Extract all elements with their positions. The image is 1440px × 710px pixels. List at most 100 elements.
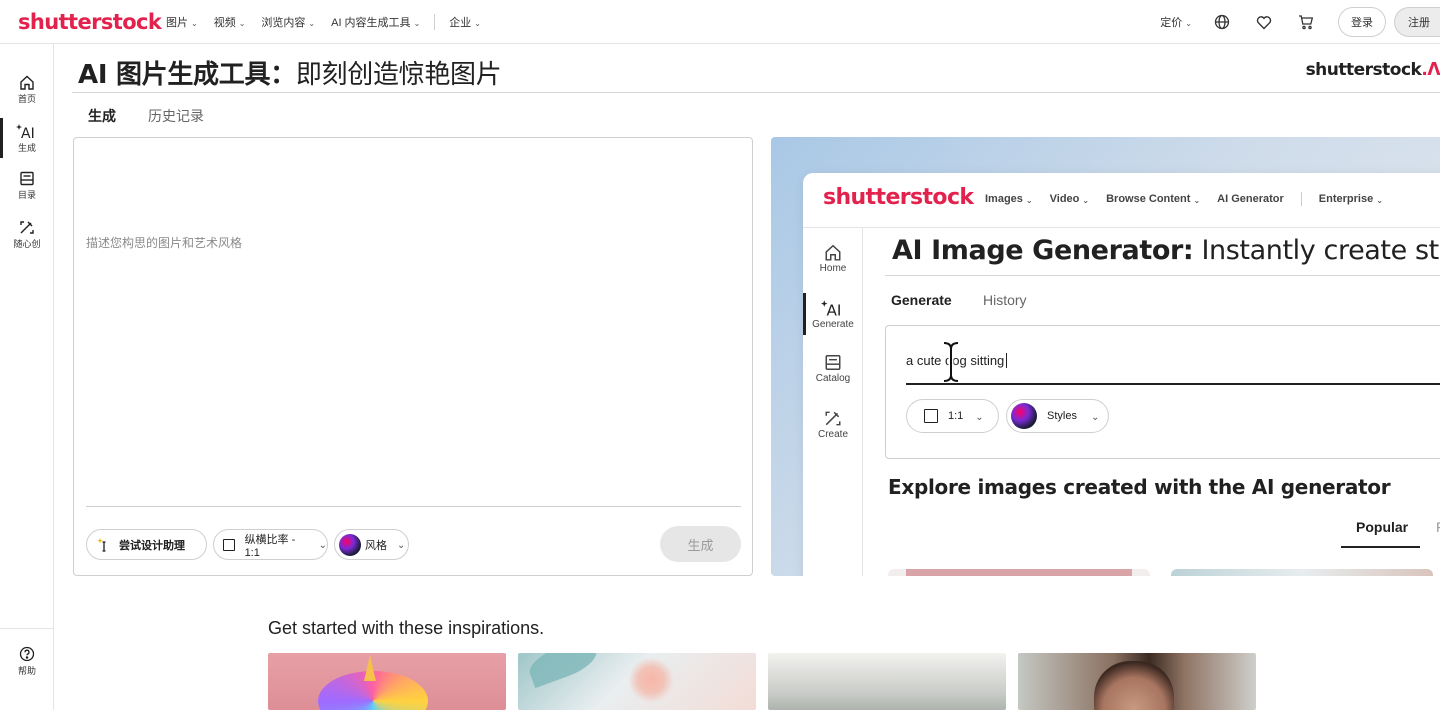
style-label: 风格 — [365, 539, 387, 552]
chevron-down-icon: ⌄ — [1376, 195, 1383, 205]
nav-ai-generator-label: AI 内容生成工具 — [331, 17, 411, 29]
preview-nav-divider — [1300, 192, 1302, 206]
portrait-face — [1094, 661, 1174, 710]
svg-text:AI: AI — [21, 126, 35, 139]
preview-explore-heading: Explore images created with the AI gener… — [888, 475, 1391, 499]
nav-ai-generator[interactable]: AI 内容生成工具 ⌄ — [323, 14, 428, 30]
preview-rail-create: Create — [803, 404, 863, 446]
rail-item-home[interactable]: 首页 — [0, 70, 54, 110]
inspiration-tile-paper-flowers[interactable] — [518, 653, 756, 710]
rail-item-label: 随心创 — [13, 239, 41, 249]
preview-thumbnail — [888, 569, 1150, 576]
preview-rail-label: Generate — [812, 318, 854, 330]
create-icon — [20, 221, 34, 234]
page-title: AI 图片生成工具：即刻创造惊艳图片 — [78, 54, 502, 91]
home-icon — [20, 75, 34, 90]
design-assistant-label: 尝试设计助理 — [119, 539, 185, 552]
nav-images[interactable]: 图片 ⌄ — [158, 14, 206, 30]
nav-images-label: 图片 — [166, 17, 188, 29]
rail-item-label: 生成 — [17, 142, 36, 153]
style-thumbnail — [339, 533, 361, 556]
main-menu: 图片 ⌄ 视频 ⌄ 浏览内容 ⌄ AI 内容生成工具 ⌄ 企业 ⌄ — [158, 0, 489, 44]
create-icon — [825, 411, 841, 426]
nav-enterprise-label: 企业 — [449, 17, 472, 29]
preview-logo: shutterstock — [823, 185, 974, 210]
aspect-ratio-select[interactable]: 纵横比率 - 1:1 ⌄ — [213, 529, 328, 560]
inspiration-tile-misty[interactable] — [768, 653, 1006, 710]
rail-item-help[interactable]: 帮助 — [0, 641, 54, 681]
chevron-down-icon: ⌄ — [191, 18, 198, 28]
generate-button[interactable]: 生成 — [660, 526, 741, 562]
preview-nav-label: AI Generator — [1217, 193, 1284, 205]
page-title-rest: 即刻创造惊艳图片 — [295, 60, 502, 90]
preview-tab-history: History — [983, 292, 1027, 308]
preview-nav-label: Video — [1049, 193, 1080, 205]
preview-nav-label: Enterprise — [1318, 193, 1374, 205]
preview-styles-label: Styles — [1047, 410, 1077, 422]
svg-text:AI: AI — [826, 301, 841, 316]
inspirations-heading: Get started with these inspirations. — [268, 618, 545, 638]
preview-window: shutterstock Images ⌄ Video ⌄ Browse Conte… — [803, 173, 1440, 576]
heart-icon[interactable] — [1254, 12, 1274, 32]
style-thumbnail — [1011, 403, 1037, 429]
login-button[interactable]: 登录 — [1338, 7, 1386, 37]
nav-video[interactable]: 视频 ⌄ — [206, 14, 254, 30]
preview-ratio-chip: 1:1 ⌄ — [906, 399, 999, 433]
preview-thumbnail-image — [906, 569, 1132, 576]
home-icon — [825, 244, 841, 261]
rail-item-label: 目录 — [17, 190, 36, 200]
ai-sparkle-icon: AI — [16, 123, 35, 139]
rail-item-catalog[interactable]: 目录 — [0, 166, 54, 206]
nav-browse[interactable]: 浏览内容 ⌄ — [253, 14, 323, 30]
rail-item-label: 帮助 — [17, 665, 36, 676]
preview-rail-catalog: Catalog — [803, 348, 863, 390]
globe-icon[interactable] — [1212, 12, 1232, 32]
preview-title-bold: AI Image Generator: — [892, 235, 1194, 266]
pricing-menu[interactable]: 定价 ⌄ — [1160, 14, 1192, 30]
tab-generate[interactable]: 生成 — [88, 106, 116, 126]
prompt-input[interactable] — [86, 234, 736, 504]
square-ratio-icon — [924, 409, 938, 423]
preview-tab-popular: Popular — [1356, 519, 1409, 535]
style-select[interactable]: 风格 ⌄ — [334, 529, 409, 560]
inspiration-tile-portrait[interactable] — [1018, 653, 1256, 710]
preview-title-rest: Instantly create stunning — [1201, 235, 1440, 266]
title-divider — [72, 92, 1440, 93]
catalog-icon — [825, 355, 841, 370]
preview-input-underline — [906, 383, 1440, 385]
rail-item-create[interactable]: 随心创 — [0, 215, 54, 255]
design-assistant-button[interactable]: 尝试设计助理 — [86, 529, 207, 560]
chevron-down-icon: ⌄ — [318, 540, 327, 551]
ai-sparkle-icon: AI — [821, 299, 841, 317]
signup-button[interactable]: 注册 — [1394, 7, 1440, 37]
nav-actions: 定价 ⌄ 登录 注册 — [1160, 0, 1440, 44]
chevron-down-icon: ⌄ — [413, 18, 421, 28]
preview-rail-label: Catalog — [815, 373, 851, 384]
text-caret — [1006, 353, 1008, 368]
square-ratio-icon — [223, 538, 235, 551]
cart-icon[interactable] — [1296, 12, 1316, 32]
top-navigation: shutterstock 图片 ⌄ 视频 ⌄ 浏览内容 ⌄ AI 内容生成工具 ⌄ 企业… — [0, 0, 1440, 44]
prompt-divider — [86, 506, 741, 507]
preview-panel: shutterstock Images ⌄ Video ⌄ Browse Conte… — [771, 137, 1440, 576]
preview-tab-next: F — [1436, 519, 1440, 535]
sparkle-cursor-icon — [97, 537, 106, 552]
nav-enterprise[interactable]: 企业 ⌄ — [441, 14, 489, 30]
unicorn-horn-shape — [364, 655, 376, 681]
prompt-card: 尝试设计助理 纵横比率 - 1:1 ⌄ 风格 ⌄ 生成 — [73, 137, 753, 576]
inspiration-tile-unicorn[interactable] — [268, 653, 506, 710]
rail-item-generate[interactable]: AI 生成 — [0, 118, 54, 158]
tab-history[interactable]: 历史记录 — [148, 106, 204, 126]
preview-nav-enterprise: Enterprise ⌄ — [1319, 193, 1383, 205]
preview-title-divider — [885, 275, 1440, 276]
nav-divider — [434, 14, 436, 30]
shutterstock-logo[interactable]: shutterstock — [18, 10, 162, 34]
preview-nav: Images ⌄ Video ⌄ Browse Content ⌄ AI Genera… — [985, 192, 1400, 206]
chevron-down-icon: ⌄ — [1090, 411, 1100, 423]
preview-nav-images: Images ⌄ — [985, 193, 1033, 205]
left-rail: 首页 AI 生成 目录 随心创 帮助 — [0, 44, 54, 710]
nav-video-label: 视频 — [213, 17, 236, 29]
preview-title: AI Image Generator: Instantly create stu… — [892, 235, 1440, 266]
pricing-label: 定价 — [1160, 17, 1183, 29]
brand-right-mark: .ᐱ — [1421, 60, 1440, 80]
